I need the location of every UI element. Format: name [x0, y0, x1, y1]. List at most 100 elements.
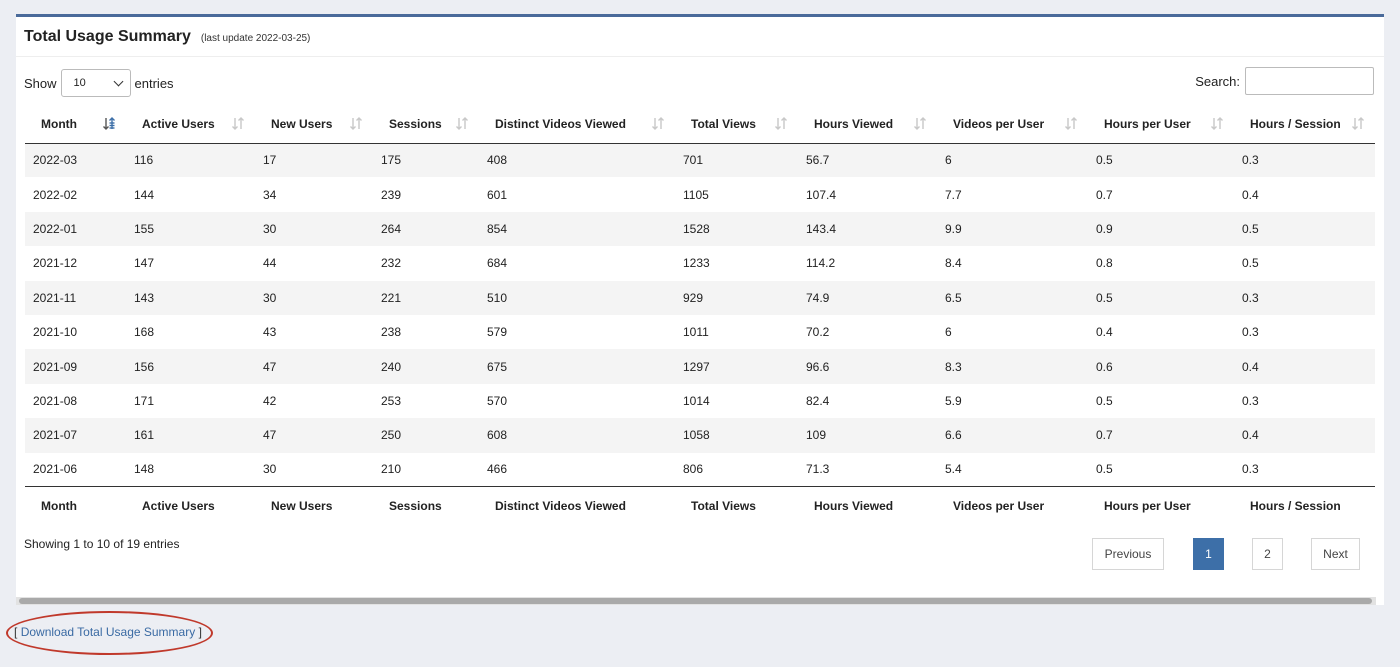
horizontal-scrollbar[interactable]	[16, 597, 1376, 605]
table-cell: 675	[479, 349, 675, 384]
table-cell: 5.4	[945, 462, 962, 477]
table-cell: 1058	[675, 418, 798, 453]
table-cell: 47	[255, 418, 373, 453]
table-cell: 71.3	[806, 462, 830, 477]
column-header-label: Hours / Session	[1250, 116, 1341, 131]
column-footer-label: Hours Viewed	[798, 486, 937, 525]
column-footer-label: Month	[25, 486, 126, 525]
table-cell: 6.5	[937, 280, 1088, 315]
table-cell: 47	[255, 349, 373, 384]
table-cell: 30	[255, 211, 373, 247]
table-cell: 0.4	[1242, 187, 1259, 202]
column-header-label: Hours Viewed	[814, 116, 894, 131]
table-cell: 2022-02	[33, 187, 78, 202]
table-cell: 114.2	[806, 256, 836, 271]
column-header-label: Distinct Videos Viewed	[495, 116, 626, 131]
page-2-button[interactable]: 2	[1252, 538, 1283, 570]
table-cell: 1528	[675, 211, 798, 247]
column-header[interactable]: Hours per User	[1088, 105, 1234, 144]
table-controls: Show 10 entries Search:	[24, 67, 1374, 97]
sort-icon	[456, 117, 468, 130]
table-cell: 0.7	[1088, 418, 1234, 453]
table-cell: 0.4	[1234, 418, 1375, 453]
download-open-bracket: [	[14, 625, 18, 639]
sort-icon	[350, 117, 362, 130]
table-cell: 8.3	[937, 349, 1088, 384]
table-cell: 608	[479, 418, 675, 453]
table-cell: 701	[675, 143, 798, 178]
table-cell: 0.3	[1242, 325, 1259, 340]
column-header[interactable]: Month	[25, 105, 126, 144]
table-cell: 0.5	[1088, 143, 1234, 178]
sort-icon	[1065, 117, 1077, 130]
search-label: Search:	[1195, 73, 1240, 89]
download-summary-link[interactable]: Download Total Usage Summary	[21, 625, 196, 639]
table-cell: 408	[479, 143, 675, 178]
scrollbar-thumb[interactable]	[19, 598, 1372, 604]
table-cell: 8.4	[945, 256, 962, 271]
table-cell: 2021-07	[25, 418, 126, 453]
column-header-label: Sessions	[389, 116, 442, 131]
table-header-row: Month Active Users New Users Sessions Distin…	[25, 105, 1375, 144]
table-cell: 143.4	[798, 211, 937, 247]
table-row: 2022-02 144 34 239 601 1105 107.4 7.7 0.7 0.4	[25, 177, 1375, 211]
table-cell: 148	[134, 462, 155, 477]
table-cell: 6	[937, 143, 1088, 178]
table-cell: 806	[683, 462, 704, 477]
table-cell: 6	[945, 325, 952, 340]
table-cell: 570	[487, 393, 508, 408]
column-footer-label: Hours / Session	[1234, 486, 1375, 525]
column-header[interactable]: New Users	[255, 105, 373, 144]
table-cell: 70.2	[806, 325, 830, 340]
table-cell: 2022-01	[25, 211, 126, 247]
table-row: 2021-06 148 30 210 466 806 71.3 5.4 0.5 0.3	[25, 453, 1375, 487]
page-length-control: Show 10 entries	[24, 69, 174, 97]
table-cell: 240	[373, 349, 479, 384]
usage-table: Month Active Users New Users Sessions Distin…	[25, 105, 1375, 525]
table-cell: 56.7	[798, 143, 937, 178]
sort-icon	[652, 117, 664, 130]
entries-per-page-select[interactable]: 10	[60, 69, 131, 97]
column-header[interactable]: Videos per User	[937, 105, 1088, 144]
sort-icon	[914, 117, 926, 130]
table-info: Showing 1 to 10 of 19 entries	[24, 537, 180, 551]
table-cell: 0.3	[1234, 280, 1375, 315]
table-cell: 0.4	[1234, 349, 1375, 384]
chevron-down-icon	[113, 76, 123, 86]
column-header-label: Total Views	[691, 116, 756, 131]
table-cell: 156	[126, 349, 255, 384]
search-input[interactable]	[1245, 67, 1374, 95]
page-1-button[interactable]: 1	[1193, 538, 1224, 570]
column-header[interactable]: Active Users	[126, 105, 255, 144]
next-page-button[interactable]: Next	[1311, 538, 1360, 570]
table-row: 2022-01 155 30 264 854 1528 143.4 9.9 0.9 0.5	[25, 211, 1375, 247]
table-cell: 929	[675, 280, 798, 315]
download-link-wrapper: [ Download Total Usage Summary ]	[14, 625, 202, 639]
column-header[interactable]: Hours / Session	[1234, 105, 1375, 144]
table-cell: 0.4	[1096, 325, 1113, 340]
column-header[interactable]: Distinct Videos Viewed	[479, 105, 675, 144]
table-cell: 253	[381, 393, 402, 408]
column-footer-label: Active Users	[126, 486, 255, 525]
download-close-bracket: ]	[198, 625, 202, 639]
sort-icon	[232, 117, 244, 130]
table-row: 2021-09 156 47 240 675 1297 96.6 8.3 0.6 0.4	[25, 349, 1375, 384]
column-footer-label: Videos per User	[937, 486, 1088, 525]
entries-per-page-value: 10	[73, 77, 86, 89]
panel-title: Total Usage Summary	[24, 27, 191, 45]
table-cell: 175	[373, 143, 479, 178]
pagination: Previous 1 2 Next	[1092, 538, 1360, 570]
table-cell: 0.3	[1242, 393, 1259, 408]
previous-page-button[interactable]: Previous	[1092, 538, 1164, 570]
column-header[interactable]: Total Views	[675, 105, 798, 144]
table-cell: 250	[373, 418, 479, 453]
column-header[interactable]: Sessions	[373, 105, 479, 144]
table-cell: 232	[381, 256, 402, 271]
table-cell: 6.6	[937, 418, 1088, 453]
table-row: 2021-11 143 30 221 510 929 74.9 6.5 0.5 0.3	[25, 280, 1375, 315]
table-row: 2021-12 147 44 232 684 1233 114.2 8.4 0.8 0.5	[25, 246, 1375, 280]
table-cell: 155	[126, 211, 255, 247]
table-cell: 239	[381, 187, 402, 202]
column-header[interactable]: Hours Viewed	[798, 105, 937, 144]
table-cell: 0.6	[1088, 349, 1234, 384]
